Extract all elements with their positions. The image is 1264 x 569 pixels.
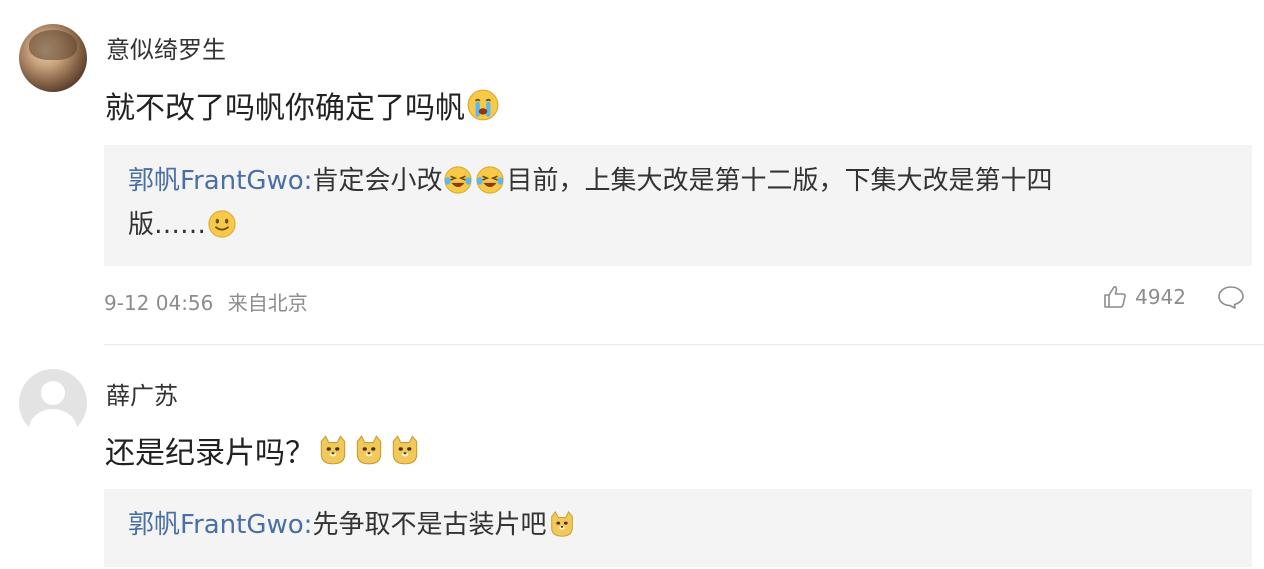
comment-username[interactable]: 意似绮罗生 [106, 30, 226, 65]
avatar[interactable] [19, 369, 87, 437]
reply-text: 肯定会小改 [312, 166, 443, 196]
comment-username[interactable]: 薛广苏 [106, 376, 178, 411]
reply-text: 版…… [128, 210, 207, 240]
comment-time: 9-12 04:56 [104, 291, 214, 315]
reply-author-link[interactable]: 郭帆FrantGwo: [128, 166, 312, 196]
comment-content: 还是纪录片吗？ [105, 428, 423, 472]
comment-bubble-icon [1218, 286, 1244, 309]
comment-source: 来自北京 [227, 291, 308, 315]
like-count: 4942 [1135, 285, 1186, 309]
smiling-face-emoji-icon [208, 210, 236, 238]
laughing-tears-emoji-icon [444, 166, 473, 194]
thumbs-up-icon [1104, 285, 1126, 308]
like-button[interactable]: 4942 [1101, 283, 1186, 311]
default-avatar-head-icon [41, 381, 65, 405]
crying-face-emoji-icon [467, 89, 499, 121]
comment-meta: 9-12 04:56 来自北京 [104, 287, 308, 316]
comment-divider [104, 344, 1264, 345]
comment-content: 就不改了吗帆你确定了吗帆 [105, 83, 501, 127]
reply-box[interactable]: 郭帆FrantGwo:先争取不是古装片吧 [104, 489, 1252, 567]
doge-face-emoji-icon [320, 435, 346, 465]
comment-text: 就不改了吗帆你确定了吗帆 [105, 91, 465, 126]
doge-face-emoji-icon [356, 435, 382, 465]
comment-actions: 4942 [1101, 283, 1246, 311]
doge-face-emoji-icon [392, 435, 418, 465]
laughing-tears-emoji-icon [476, 166, 505, 194]
default-avatar-body-icon [29, 409, 77, 437]
avatar[interactable] [19, 24, 87, 92]
reply-text: 目前，上集大改是第十二版，下集大改是第十四 [506, 166, 1053, 196]
doge-face-emoji-icon [551, 510, 574, 537]
reply-box[interactable]: 郭帆FrantGwo:肯定会小改 目前，上集大改是第十二版，下集大改是第十四 版… [104, 145, 1252, 266]
comment-text: 还是纪录片吗？ [105, 436, 315, 471]
reply-button[interactable] [1216, 283, 1246, 311]
comment-item: 意似绮罗生 就不改了吗帆你确定了吗帆 郭帆FrantGwo:肯定会小改 目前，上… [0, 0, 1264, 344]
reply-author-link[interactable]: 郭帆FrantGwo: [128, 510, 312, 540]
reply-text: 先争取不是古装片吧 [312, 510, 547, 540]
